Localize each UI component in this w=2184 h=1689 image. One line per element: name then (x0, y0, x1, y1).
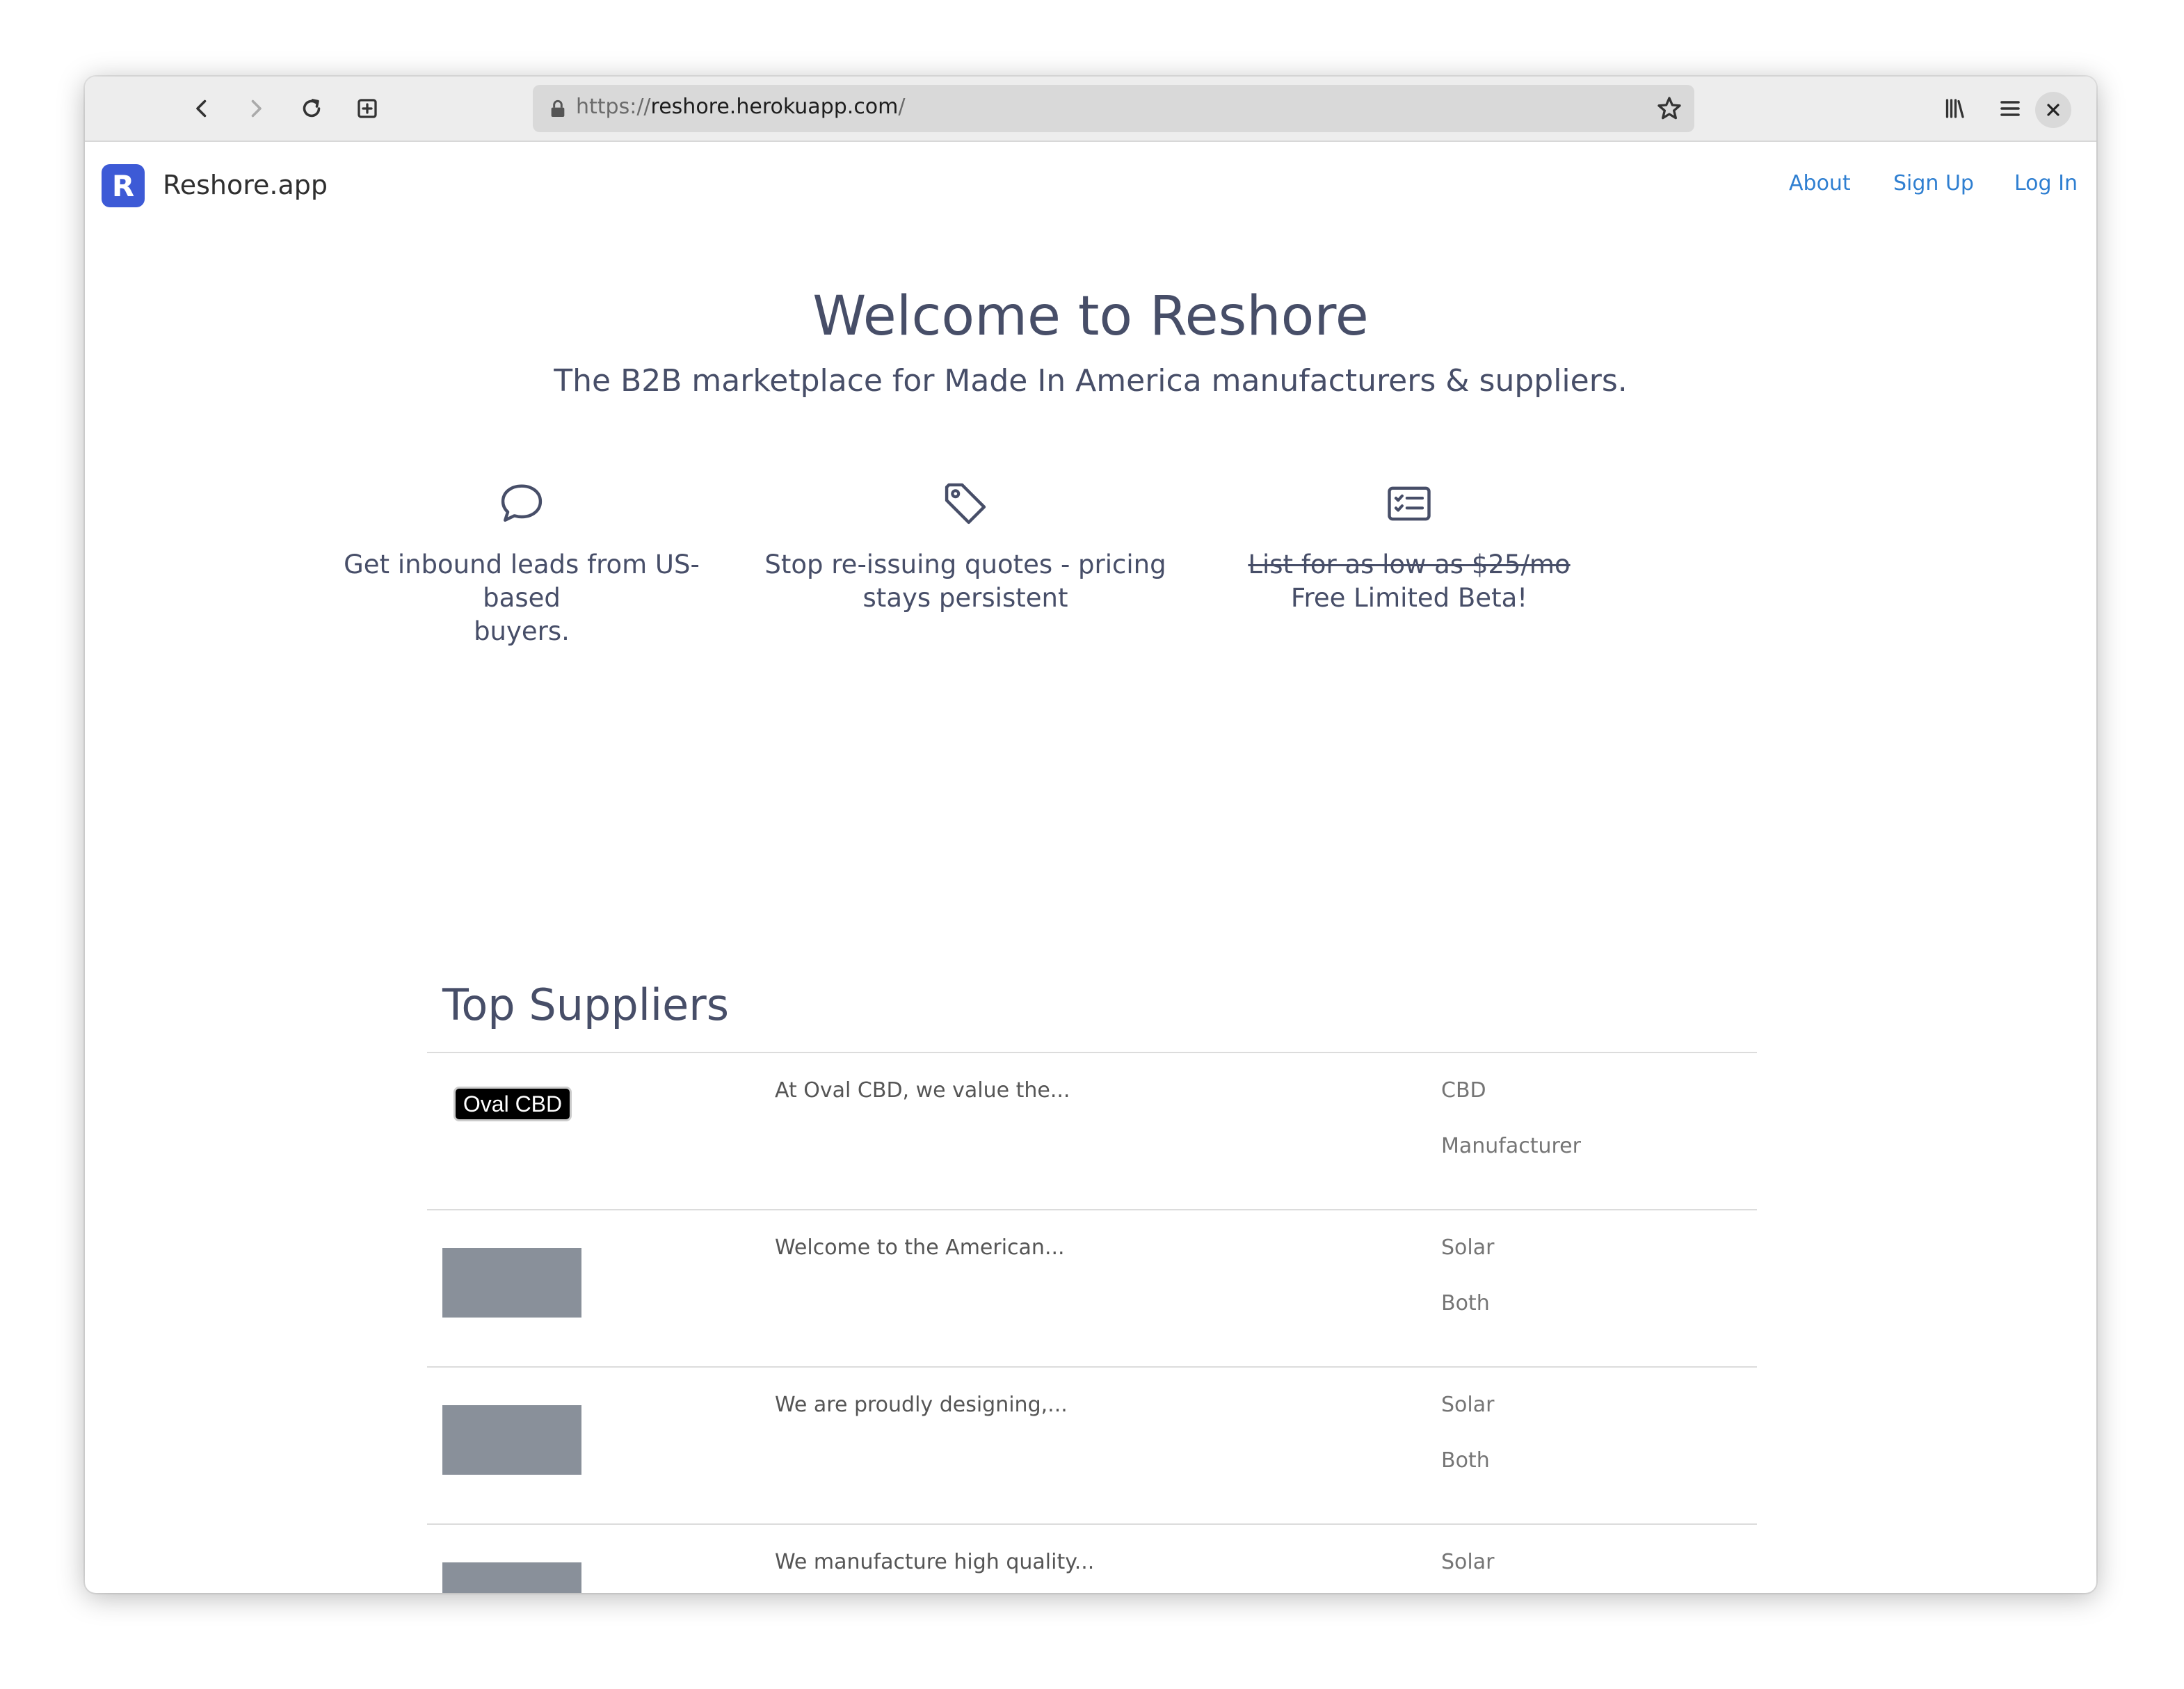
supplier-description: Welcome to the American... (775, 1235, 1065, 1260)
forward-arrow-icon (251, 99, 262, 118)
suppliers-table: Oval CBD At Oval CBD, we value the... CB… (427, 1052, 1757, 1593)
top-suppliers-title: Top Suppliers (442, 979, 730, 1030)
supplier-description: We are proudly designing,... (775, 1393, 1068, 1417)
reload-button[interactable] (292, 89, 331, 128)
supplier-category: CBD (1441, 1078, 1486, 1103)
supplier-logo[interactable]: Oval CBD (453, 1087, 572, 1121)
forward-button[interactable] (236, 89, 275, 128)
hamburger-menu-icon (2000, 101, 2020, 116)
address-bar[interactable]: https://reshore.herokuapp.com/ (533, 85, 1694, 132)
supplier-logo-placeholder[interactable] (442, 1405, 581, 1475)
brand-logo[interactable]: R (102, 164, 145, 207)
feature-pricing: Stop re-issuing quotes - pricing stays p… (750, 477, 1181, 615)
nav-link-log-in[interactable]: Log In (2014, 171, 2078, 195)
supplier-category: Solar (1441, 1235, 1495, 1260)
bookmark-star-icon[interactable] (1655, 95, 1683, 122)
price-tag-icon (945, 483, 986, 525)
feature-pricing-line1: Stop re-issuing quotes - pricing (764, 550, 1166, 579)
close-icon (2047, 104, 2059, 116)
url-host: reshore.herokuapp.com (650, 95, 899, 119)
supplier-type: Manufacturer (1441, 1134, 1581, 1158)
menu-button[interactable] (1991, 89, 2030, 128)
table-row[interactable]: Oval CBD At Oval CBD, we value the... CB… (427, 1052, 1757, 1209)
feature-beta-line2: Free Limited Beta! (1290, 583, 1528, 613)
url-scheme: https:// (576, 95, 651, 119)
feature-beta-old-price: List for as low as $25/mo (1248, 550, 1571, 579)
supplier-type: Both (1441, 1291, 1490, 1315)
lock-icon (551, 99, 565, 117)
nav-link-about[interactable]: About (1789, 171, 1851, 195)
table-row[interactable]: We are proudly designing,... Solar Both (427, 1366, 1757, 1523)
feature-pricing-line2: stays persistent (862, 583, 1068, 613)
browser-toolbar: https://reshore.herokuapp.com/ (85, 77, 2096, 142)
back-arrow-icon (196, 99, 207, 118)
new-tab-icon (358, 99, 377, 118)
supplier-type: Both (1441, 1448, 1490, 1473)
supplier-description: We manufacture high quality... (775, 1550, 1095, 1574)
brand-name[interactable]: Reshore.app (163, 170, 328, 200)
hero-title: Welcome to Reshore (812, 285, 1369, 348)
nav-link-sign-up[interactable]: Sign Up (1893, 171, 1974, 195)
supplier-category: Solar (1441, 1393, 1495, 1417)
table-row[interactable]: We manufacture high quality... Solar Man… (427, 1523, 1757, 1593)
browser-window: https://reshore.herokuapp.com/ R Reshore… (85, 77, 2096, 1593)
table-row[interactable]: Welcome to the American... Solar Both (427, 1209, 1757, 1366)
chat-bubble-icon (501, 484, 543, 522)
feature-leads-line1: Get inbound leads from US-based (344, 550, 700, 613)
supplier-logo-placeholder[interactable] (442, 1248, 581, 1318)
site-navbar: R Reshore.app About Sign Up Log In (85, 143, 2096, 221)
feature-leads-line2: buyers. (474, 616, 570, 646)
address-bar-url[interactable]: https://reshore.herokuapp.com/ (576, 95, 906, 119)
back-button[interactable] (182, 89, 221, 128)
supplier-description: At Oval CBD, we value the... (775, 1078, 1070, 1103)
feature-beta: List for as low as $25/mo Free Limited B… (1194, 477, 1625, 615)
close-window-button[interactable] (2035, 92, 2071, 128)
feature-leads: Get inbound leads from US-based buyers. (306, 477, 737, 648)
page-content: R Reshore.app About Sign Up Log In Welco… (85, 143, 2096, 1593)
new-tab-button[interactable] (348, 89, 387, 128)
url-path: / (898, 95, 906, 119)
supplier-category: Solar (1441, 1550, 1495, 1574)
checklist-icon (1388, 486, 1431, 521)
library-icon (1945, 99, 1964, 118)
supplier-logo-placeholder[interactable] (442, 1562, 581, 1593)
library-button[interactable] (1935, 89, 1974, 128)
reload-icon (303, 99, 321, 118)
hero-subtitle: The B2B marketplace for Made In America … (554, 363, 1628, 399)
